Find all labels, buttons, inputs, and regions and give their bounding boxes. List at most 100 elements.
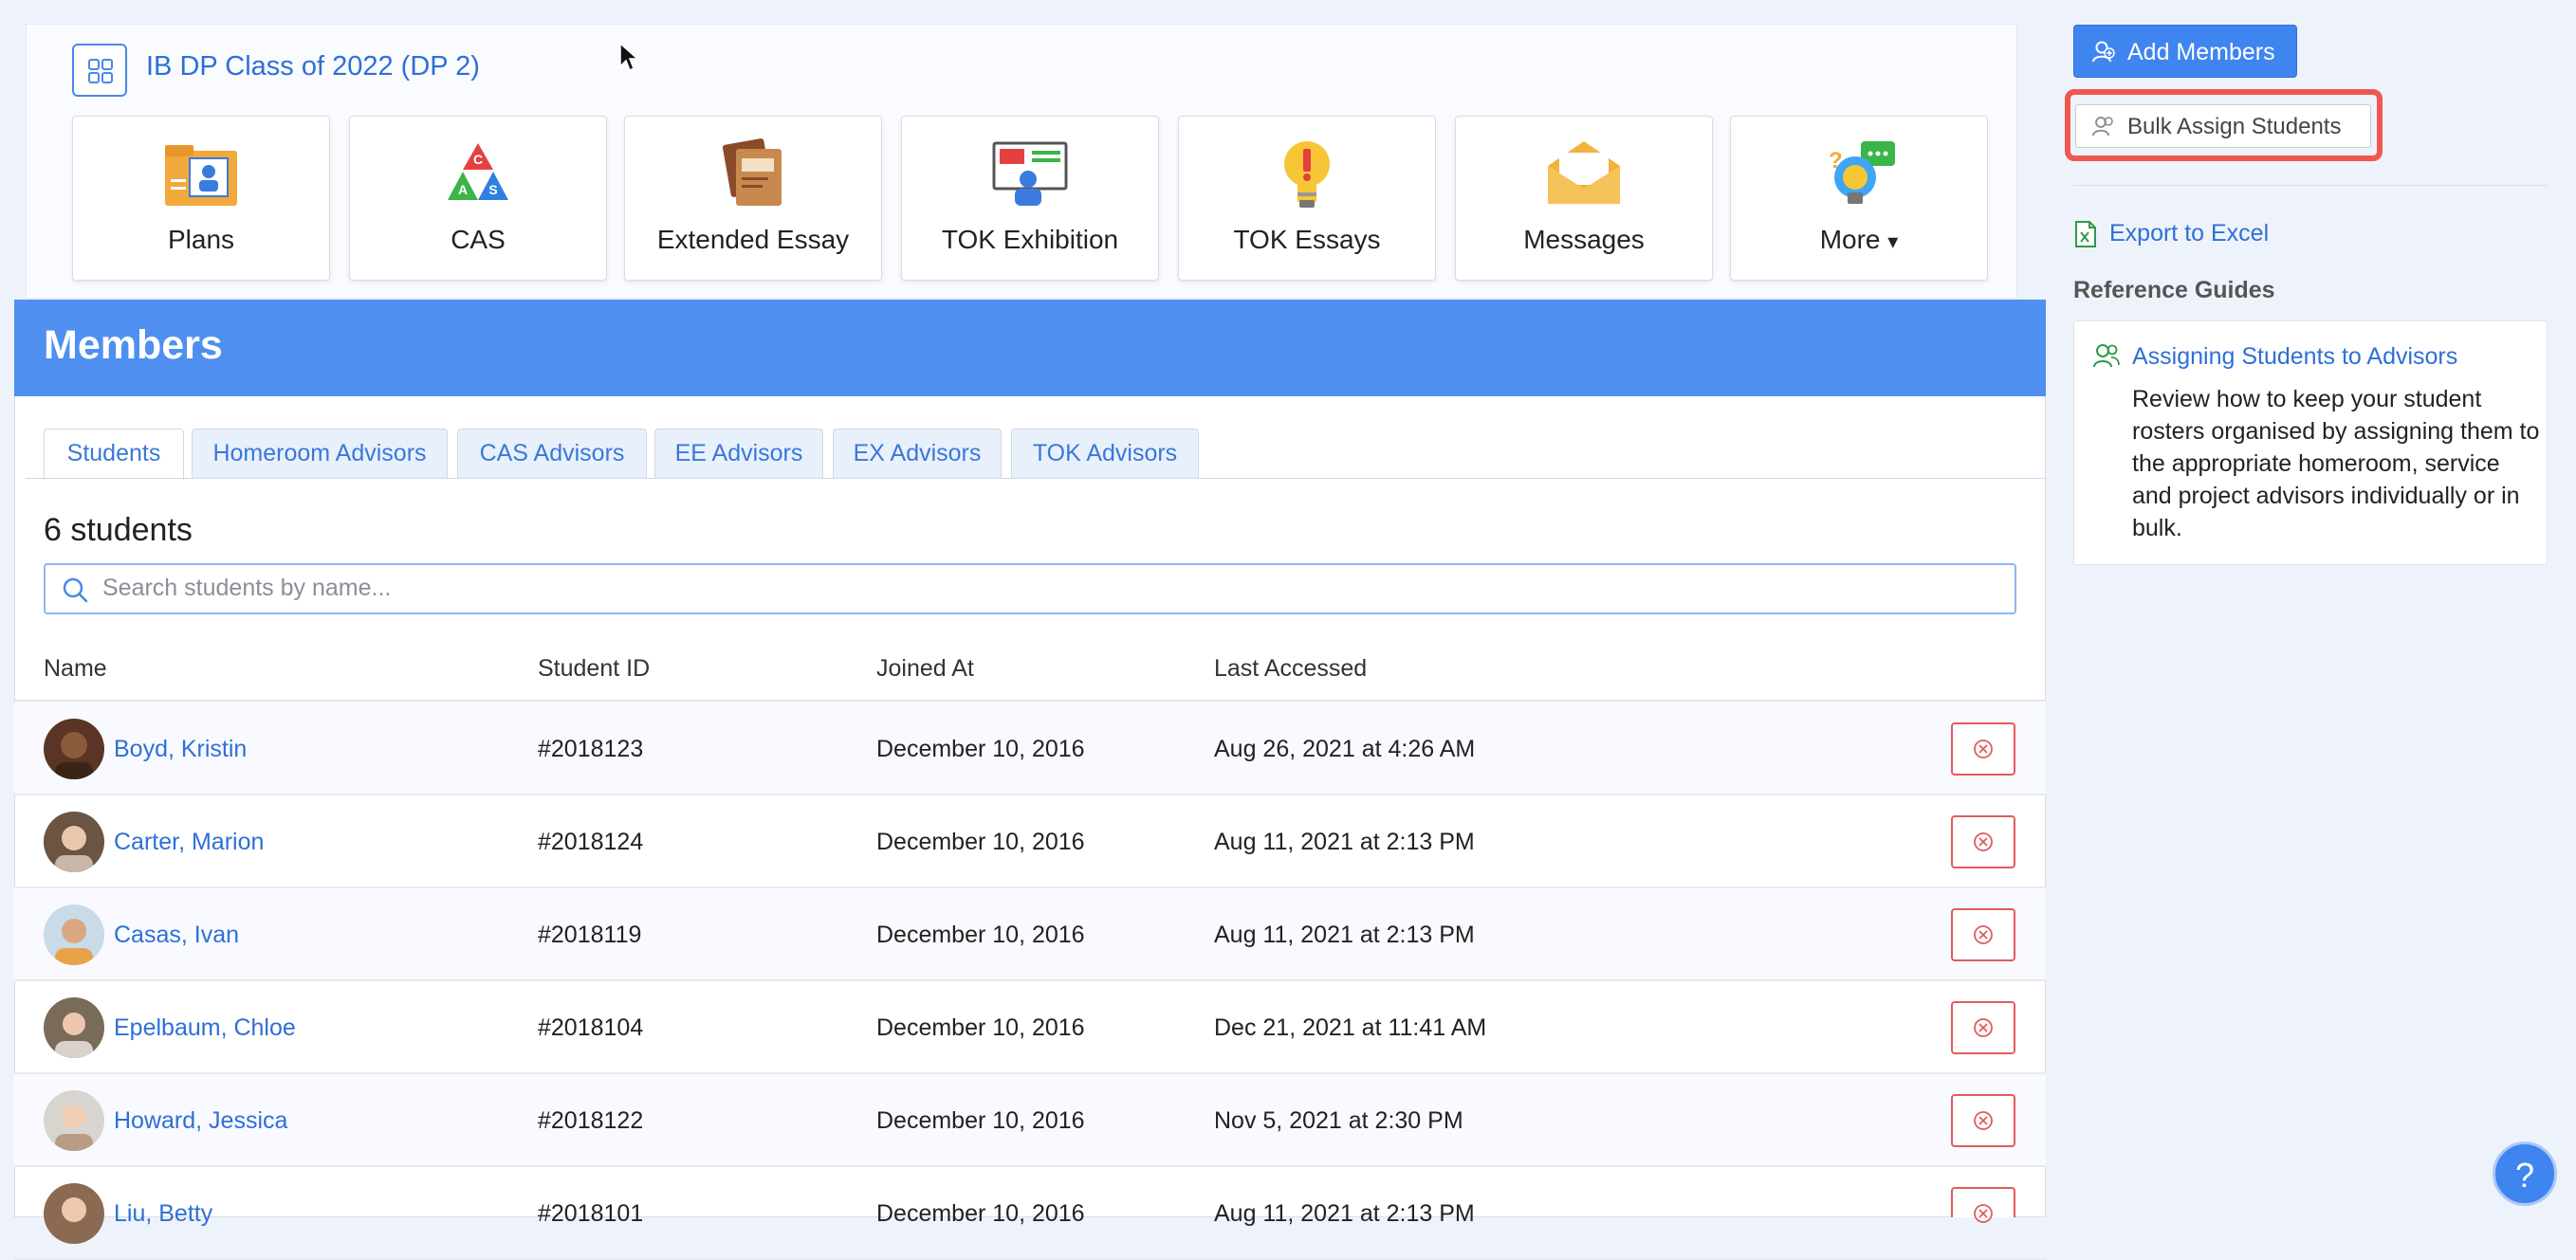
student-id: #2018124 [538,829,644,855]
tile-label: CAS [451,225,506,254]
student-id: #2018123 [538,736,644,762]
envelope-icon [1548,141,1620,204]
search-icon [63,577,88,603]
class-title[interactable]: IB DP Class of 2022 (DP 2) [146,51,480,82]
student-id: #2018101 [538,1200,644,1227]
members-title: Members [44,322,223,368]
tile-more[interactable]: ? More ▾ [1730,116,1988,281]
avatar [44,1183,104,1244]
presentation-icon [992,141,1068,206]
remove-student-button[interactable] [1951,1001,2015,1054]
avatar [44,997,104,1058]
excel-file-icon [2075,221,2096,247]
users-icon [2093,344,2120,368]
student-name-link[interactable]: Boyd, Kristin [114,736,247,763]
books-icon [722,138,782,206]
help-bulb-icon: ? [1829,141,1895,204]
last-accessed: Dec 21, 2021 at 11:41 AM [1214,1014,1487,1041]
student-id: #2018104 [538,1014,644,1041]
last-accessed: Aug 11, 2021 at 2:13 PM [1214,1200,1475,1227]
tile-messages[interactable]: Messages [1455,116,1713,281]
svg-text:?: ? [1829,148,1843,173]
tile-label: TOK Exhibition [941,225,1119,254]
last-accessed: Aug 11, 2021 at 2:13 PM [1214,829,1475,855]
reference-guide-link[interactable]: Assigning Students to Advisors [2132,343,2457,371]
tabs-divider [26,478,2046,479]
column-header-last-accessed[interactable]: Last Accessed [1214,655,1367,683]
folder-plans-icon [165,145,237,206]
remove-circle-icon [1974,832,1993,851]
student-id: #2018122 [538,1107,644,1134]
tab-ee-advisors[interactable]: EE Advisors [654,429,823,478]
tab-students[interactable]: Students [44,429,184,480]
tab-cas-advisors[interactable]: CAS Advisors [457,429,647,478]
column-header-name[interactable]: Name [44,655,107,683]
bulk-assign-label: Bulk Assign Students [2127,114,2342,139]
joined-at: December 10, 2016 [876,922,1085,948]
cas-triangle-icon: C A S [448,143,508,200]
cas-letter-a: A [458,182,468,197]
reference-guides-heading: Reference Guides [2073,277,2275,303]
last-accessed: Aug 26, 2021 at 4:26 AM [1214,736,1476,762]
table-header-divider [14,700,2046,702]
avatar [44,812,104,872]
student-name-link[interactable]: Carter, Marion [114,829,264,856]
remove-student-button[interactable] [1951,1094,2015,1147]
tile-extended-essay[interactable]: Extended Essay [624,116,882,281]
add-members-label: Add Members [2127,39,2275,65]
help-button[interactable]: ? [2493,1141,2557,1206]
tab-homeroom-advisors[interactable]: Homeroom Advisors [192,429,448,478]
grid-icon [88,59,113,83]
avatar [44,719,104,779]
joined-at: December 10, 2016 [876,1107,1085,1134]
joined-at: December 10, 2016 [876,736,1085,762]
tile-label: Messages [1523,225,1645,254]
joined-at: December 10, 2016 [876,829,1085,855]
last-accessed: Nov 5, 2021 at 2:30 PM [1214,1107,1463,1134]
avatar [44,1090,104,1151]
remove-student-button[interactable] [1951,722,2015,776]
avatar [44,904,104,965]
column-header-student-id[interactable]: Student ID [538,655,650,683]
tile-tok-exhibition[interactable]: TOK Exhibition [901,116,1159,281]
remove-circle-icon [1974,1111,1993,1130]
remove-circle-icon [1974,1018,1993,1037]
lightbulb-icon [1284,141,1330,208]
tile-label: Extended Essay [656,225,850,254]
export-to-excel-link[interactable]: Export to Excel [2109,220,2269,247]
search-input[interactable] [101,569,1903,607]
cas-letter-c: C [473,152,483,167]
reference-guide-description: Review how to keep your student rosters … [2132,386,2540,541]
sidebar-divider [2073,185,2548,186]
remove-circle-icon [1974,1204,1993,1223]
student-id: #2018119 [538,922,642,948]
joined-at: December 10, 2016 [876,1200,1085,1227]
tab-ex-advisors[interactable]: EX Advisors [833,429,1002,478]
tile-tok-essays[interactable]: TOK Essays [1178,116,1436,281]
student-name-link[interactable]: Liu, Betty [114,1200,212,1228]
class-grid-button[interactable] [72,44,127,97]
joined-at: December 10, 2016 [876,1014,1085,1041]
users-icon [2092,117,2113,137]
cas-letter-s: S [488,182,497,197]
tile-cas[interactable]: C A S CAS [349,116,607,281]
column-header-joined-at[interactable]: Joined At [876,655,974,683]
bulk-assign-students-button[interactable]: Bulk Assign Students [2075,104,2371,148]
remove-student-button[interactable] [1951,815,2015,868]
members-header [14,300,2046,396]
tab-tok-advisors[interactable]: TOK Advisors [1011,429,1199,478]
tile-label: Plans [167,225,235,254]
student-name-link[interactable]: Epelbaum, Chloe [114,1014,296,1042]
add-members-button[interactable]: Add Members [2073,25,2297,78]
tile-label: TOK Essays [1233,225,1381,254]
remove-circle-icon [1974,925,1993,944]
tile-plans[interactable]: Plans [72,116,330,281]
student-name-link[interactable]: Casas, Ivan [114,922,239,949]
tile-label: More ▾ [1731,225,1987,255]
remove-student-button[interactable] [1951,1187,2015,1223]
remove-student-button[interactable] [1951,908,2015,961]
remove-circle-icon [1974,740,1993,758]
question-icon: ? [2514,1156,2535,1195]
student-name-link[interactable]: Howard, Jessica [114,1107,287,1135]
more-label: More [1819,225,1881,254]
